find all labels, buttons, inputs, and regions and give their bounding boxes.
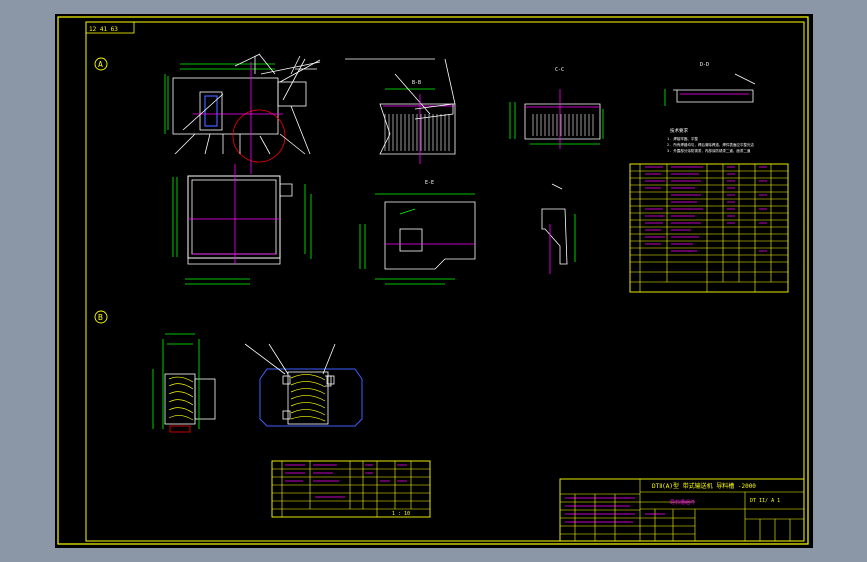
view-b-marker: B [94, 310, 108, 324]
scale-text: 1 : 10 [392, 511, 410, 517]
inner-frame [85, 21, 805, 542]
bracket-view [541, 183, 576, 274]
section-label-2: C-C [555, 67, 564, 73]
svg-text:A: A [98, 60, 103, 69]
cad-viewport[interactable]: 12 41 63 A B B-B C-C D-D 技术要求 1. 焊接牢固、平整… [55, 14, 813, 548]
section-view-2 [509, 89, 604, 149]
corner-code: 12 41 63 [89, 26, 118, 33]
title-code: DT II/ A 1 [750, 498, 780, 504]
note-1: 1. 焊接牢固、平整 [667, 136, 698, 141]
outer-frame [57, 16, 809, 545]
section-label-3: D-D [700, 62, 709, 68]
svg-text:B: B [98, 313, 103, 322]
section-view-1 [345, 58, 456, 164]
notes-title: 技术要求 [670, 127, 688, 134]
parts-list [629, 163, 789, 293]
view-a-marker: A [94, 57, 108, 71]
engineering-drawing: 12 41 63 A B B-B C-C D-D 技术要求 1. 焊接牢固、平整… [57, 16, 809, 545]
section-label-1: B-B [412, 80, 421, 86]
plan-view-top [164, 53, 321, 174]
parts-list-bottom [271, 460, 431, 518]
b-view-right [244, 343, 363, 427]
title-project: DTⅡ(A)型 带式输送机 导料槽 -2000 [652, 482, 756, 490]
detail-view [359, 193, 476, 285]
section-label-4: E-E [425, 180, 434, 186]
b-view-left [152, 333, 216, 433]
note-3: 3. 外露部分涂防锈漆，内部涂防锈漆二道，面漆二道 [667, 148, 751, 153]
note-2: 2. 所有焊缝均匀，焊后清除焊渣，焊件表面应平整光洁 [667, 142, 754, 147]
title-part-name: 导料槽组件 [670, 499, 695, 506]
section-view-3 [664, 73, 756, 106]
plan-view-main [172, 164, 312, 285]
